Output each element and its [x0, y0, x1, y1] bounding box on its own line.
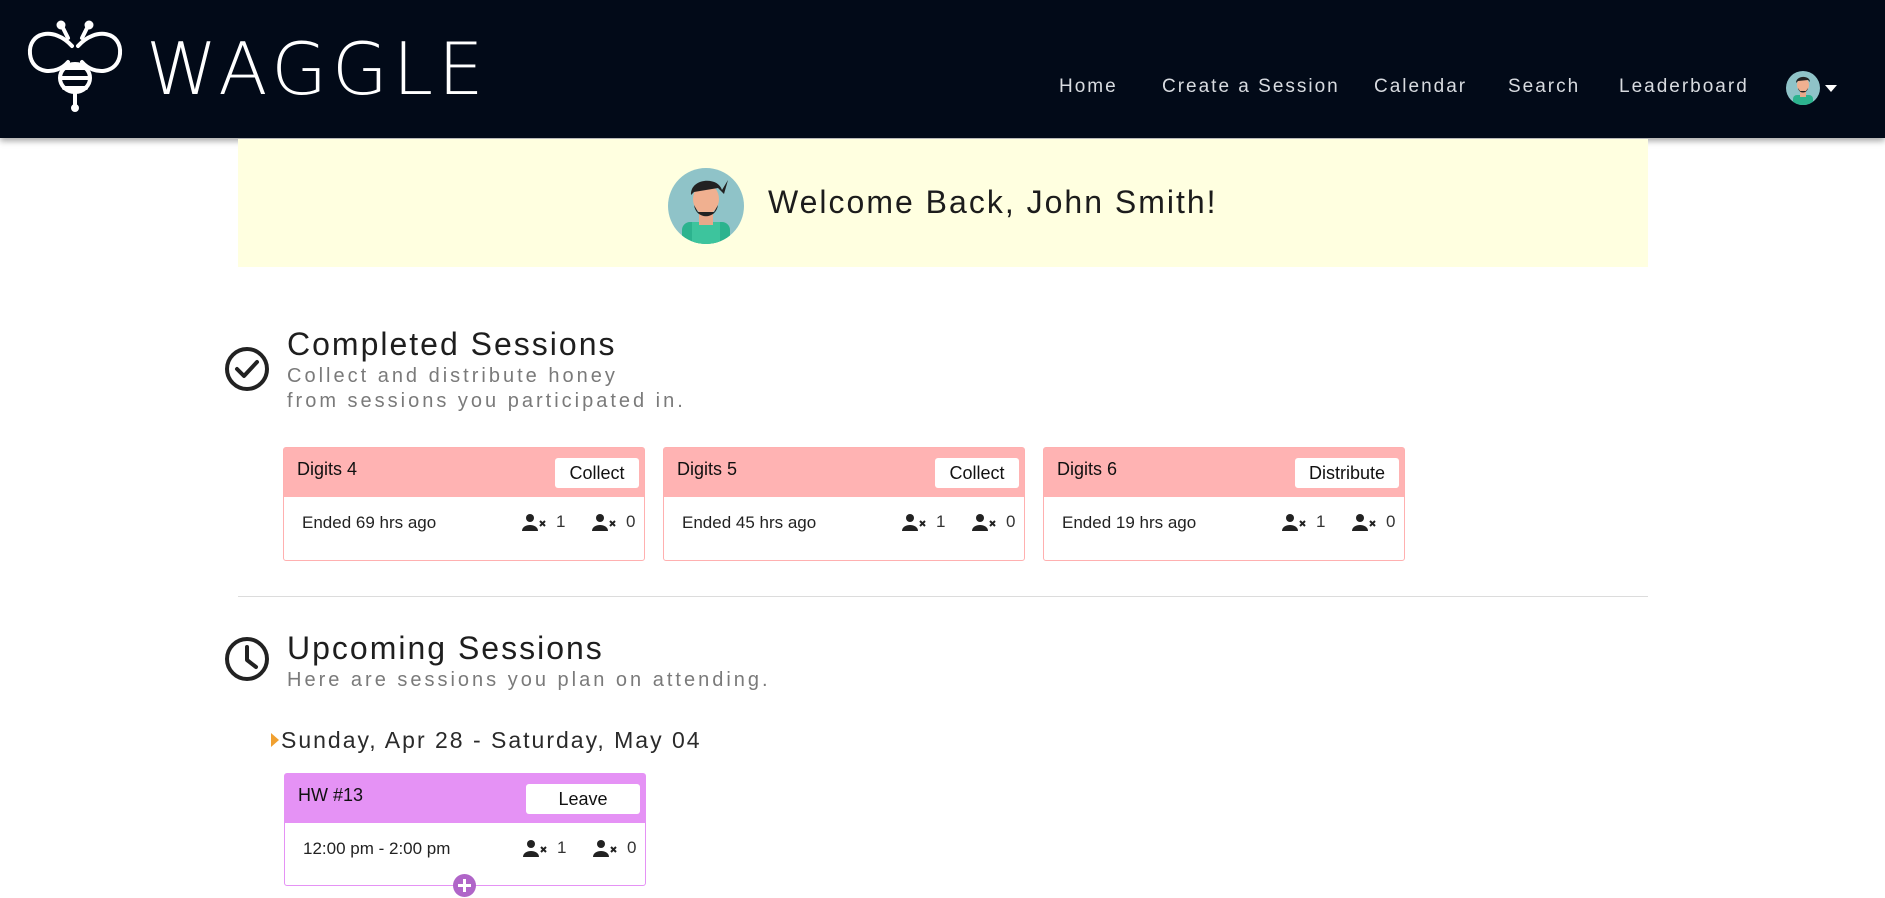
card-header: HW #13 Leave	[285, 774, 645, 823]
session-name: HW #13	[298, 785, 364, 805]
plus-circle-icon[interactable]	[453, 874, 476, 897]
completed-sessions-subtitle-line2: from sessions you participated in.	[287, 390, 686, 412]
user-x-icon	[592, 514, 616, 531]
expand-week-caret-icon[interactable]	[271, 733, 279, 747]
user-x-icon	[523, 840, 547, 857]
stat-value: 0	[1006, 512, 1016, 531]
nav-create-session[interactable]: Create a Session	[1162, 76, 1340, 98]
stat-value: 0	[627, 838, 637, 857]
stat-value: 1	[557, 838, 567, 857]
bee-logo-icon[interactable]	[24, 20, 126, 112]
distribute-button[interactable]: Distribute	[1294, 458, 1399, 488]
navbar: WAGGLE Home Create a Session Calendar Se…	[0, 0, 1885, 138]
session-name: Digits 6	[1057, 459, 1118, 479]
session-card-digits-5[interactable]: Digits 5 Collect Ended 45 hrs ago 1 0	[663, 447, 1025, 561]
stat-value: 1	[1316, 512, 1326, 531]
user-x-icon	[902, 514, 926, 531]
welcome-banner: Welcome Back, John Smith!	[238, 139, 1648, 267]
welcome-message: Welcome Back, John Smith!	[768, 184, 1218, 220]
clock-icon	[225, 637, 269, 681]
session-time: Ended 19 hrs ago	[1062, 513, 1197, 532]
stat-value: 1	[556, 512, 566, 531]
session-name: Digits 5	[677, 459, 738, 479]
section-divider	[238, 596, 1648, 597]
upcoming-sessions-title: Upcoming Sessions	[287, 630, 604, 666]
card-header: Digits 5 Collect	[664, 448, 1024, 497]
collect-button[interactable]: Collect	[555, 458, 639, 488]
session-card-hw-13[interactable]: HW #13 Leave 12:00 pm - 2:00 pm 1 0	[284, 773, 646, 886]
user-menu-caret-icon[interactable]	[1825, 85, 1837, 92]
user-x-icon	[593, 840, 617, 857]
stat-value: 0	[1386, 512, 1396, 531]
nav-search[interactable]: Search	[1508, 76, 1580, 98]
nav-leaderboard[interactable]: Leaderboard	[1619, 76, 1749, 98]
card-header: Digits 4 Collect	[284, 448, 644, 497]
stat-value: 1	[936, 512, 946, 531]
week-range-label[interactable]: Sunday, Apr 28 - Saturday, May 04	[281, 727, 702, 754]
collect-button[interactable]: Collect	[935, 458, 1019, 488]
user-x-icon	[1352, 514, 1376, 531]
user-x-icon	[522, 514, 546, 531]
session-card-digits-6[interactable]: Digits 6 Distribute Ended 19 hrs ago 1 0	[1043, 447, 1405, 561]
nav-calendar[interactable]: Calendar	[1374, 76, 1467, 98]
session-time: Ended 45 hrs ago	[682, 513, 817, 532]
brand-name[interactable]: WAGGLE	[146, 33, 488, 105]
profile-avatar	[668, 168, 744, 244]
nav-home[interactable]: Home	[1059, 76, 1118, 98]
session-name: Digits 4	[297, 459, 358, 479]
card-header: Digits 6 Distribute	[1044, 448, 1404, 497]
completed-sessions-subtitle-line1: Collect and distribute honey	[287, 365, 618, 387]
leave-button[interactable]: Leave	[526, 784, 640, 814]
user-avatar[interactable]	[1786, 71, 1820, 105]
session-time: 12:00 pm - 2:00 pm	[303, 839, 451, 858]
user-x-icon	[1282, 514, 1306, 531]
user-x-icon	[972, 514, 996, 531]
completed-sessions-title: Completed Sessions	[287, 326, 617, 362]
session-time: Ended 69 hrs ago	[302, 513, 437, 532]
upcoming-sessions-subtitle: Here are sessions you plan on attending.	[287, 669, 771, 691]
session-card-digits-4[interactable]: Digits 4 Collect Ended 69 hrs ago 1 0	[283, 447, 645, 561]
check-circle-icon	[225, 347, 269, 391]
stat-value: 0	[626, 512, 636, 531]
